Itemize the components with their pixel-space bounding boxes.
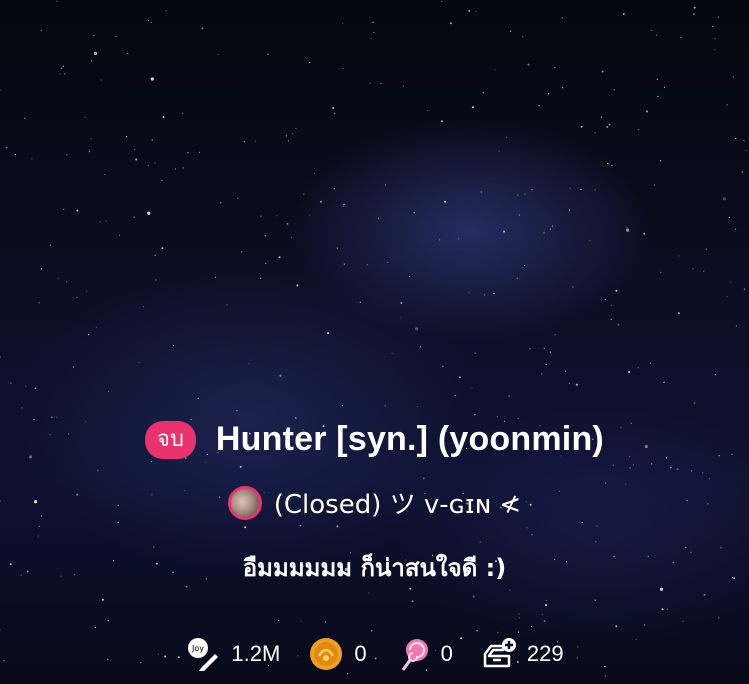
stat-lollipops-value: 0 — [440, 641, 453, 666]
author-row[interactable]: (Closed) ツ ᴠ-ɢɪɴ ≮ — [0, 484, 749, 521]
story-description: อืมมมมมม ก็น่าสนใจดี :) — [242, 554, 507, 582]
svg-text:Joy: Joy — [191, 644, 204, 653]
stat-shelf: 229 — [481, 636, 564, 672]
stat-shelf-value: 229 — [526, 641, 564, 666]
stat-coins: 0 — [308, 636, 367, 672]
author-avatar[interactable] — [227, 485, 262, 520]
title-row: จบ Hunter [syn.] (yoonmin) — [0, 420, 749, 459]
stat-views: Joy 1.2M — [185, 636, 280, 672]
lollipop-icon — [401, 639, 428, 671]
stat-views-value: 1.2M — [231, 641, 281, 666]
status-badge: จบ — [145, 420, 196, 459]
stat-lollipops: 0 — [395, 636, 453, 672]
story-header: จบ Hunter [syn.] (yoonmin) (Closed) ツ ᴠ-… — [0, 0, 749, 684]
shelf-add-icon — [483, 638, 516, 668]
author-name[interactable]: (Closed) ツ ᴠ-ɢɪɴ ≮ — [274, 484, 521, 521]
coin-icon — [310, 638, 343, 670]
stat-coins-value: 0 — [354, 641, 367, 666]
story-title: Hunter [syn.] (yoonmin) — [215, 420, 604, 458]
stats-row: Joy 1.2M 0 0 229 — [0, 636, 749, 672]
joy-pen-icon: Joy — [188, 638, 219, 671]
